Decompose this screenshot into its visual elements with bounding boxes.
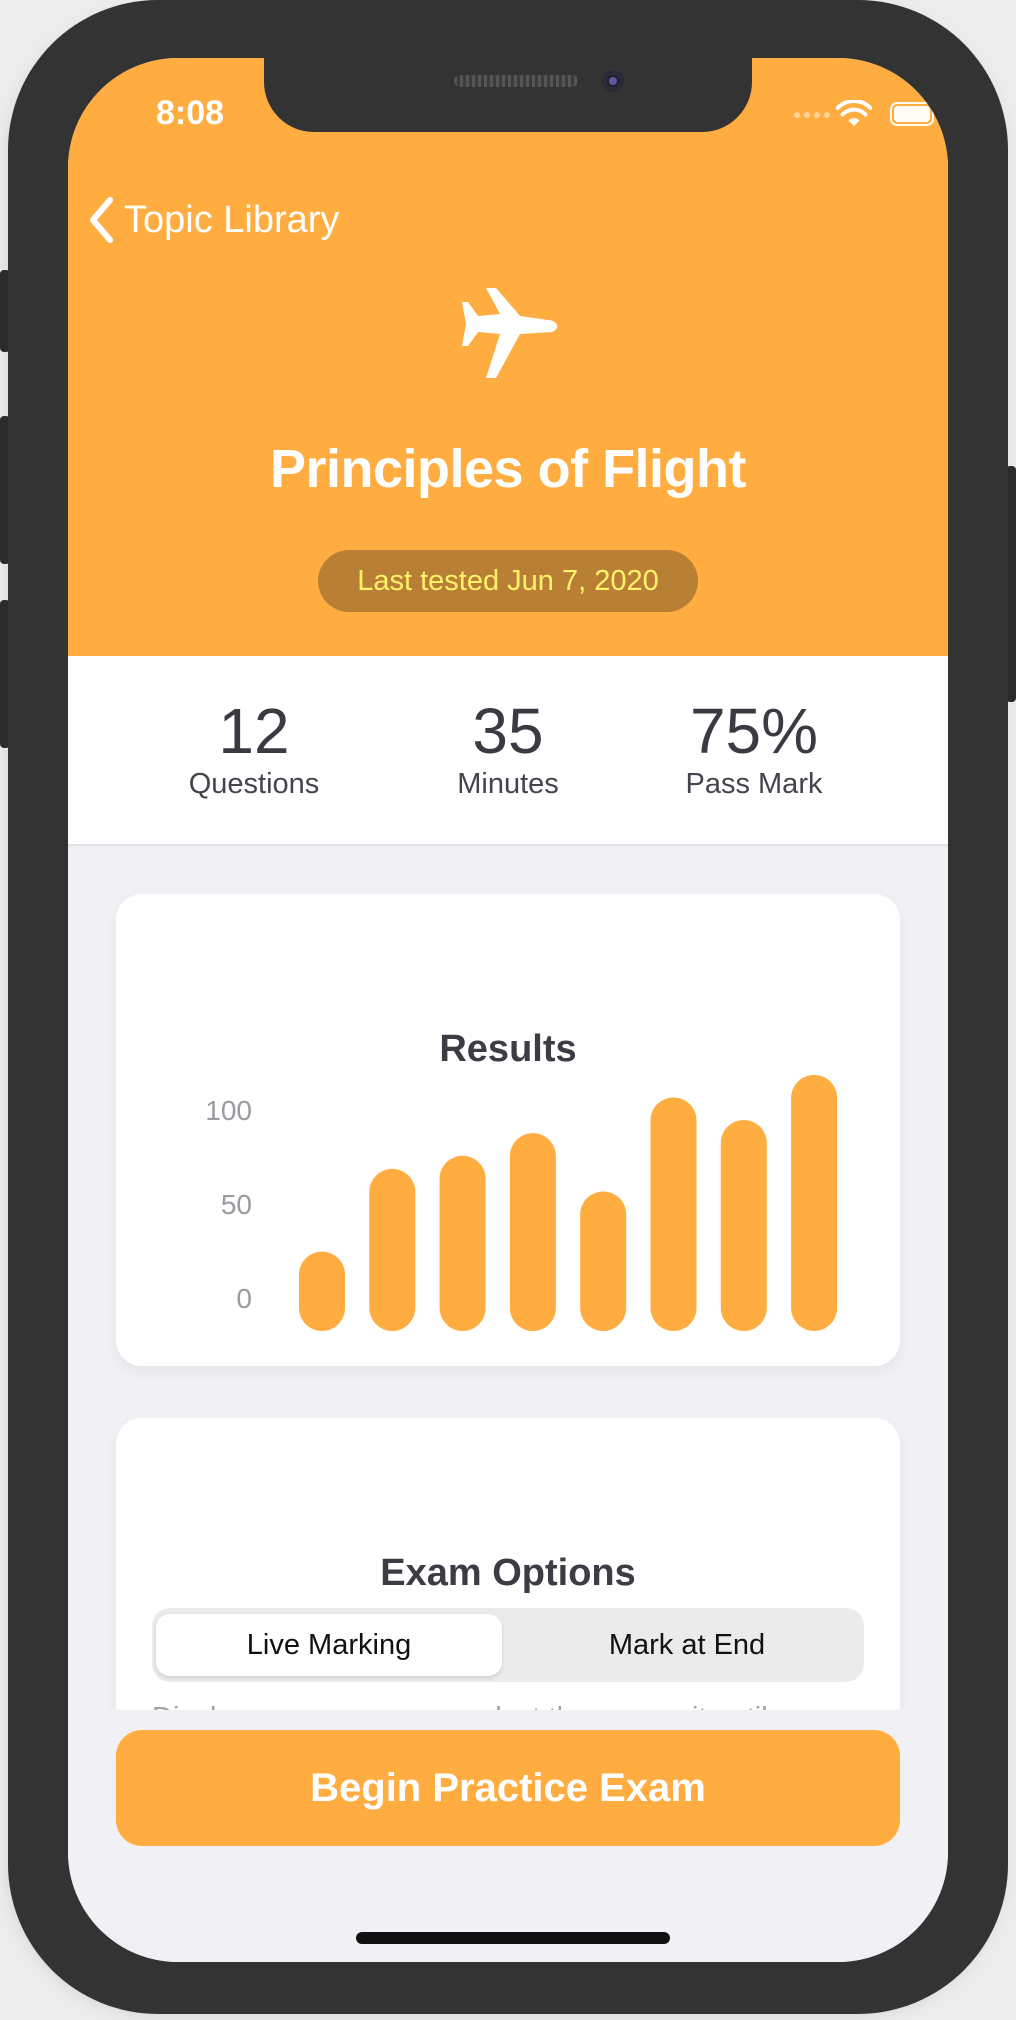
phone-frame: 8:08 Topic Library Principles of Flight … [8,0,1008,2014]
stat-pass-mark-label: Pass Mark [685,768,823,800]
airplane-icon [462,288,558,378]
chevron-left-icon [90,197,113,243]
stat-questions-label: Questions [188,768,320,800]
stat-questions: 12 Questions [124,696,384,801]
stat-questions-value: 12 [218,695,290,767]
exam-options-title: Exam Options [380,1552,636,1594]
back-button[interactable]: Topic Library [88,190,339,250]
y-tick-label-0: 0 [236,1283,252,1314]
stat-pass-mark: 75% Pass Mark [624,696,884,801]
stat-pass-mark-value: 75% [689,695,819,767]
result-bar-1 [299,1251,345,1331]
exam-stats: 12 Questions 35 Minutes 75% Pass Mark [68,656,948,846]
front-camera [602,70,624,92]
stat-minutes-value: 35 [472,695,544,767]
marking-mode-control: Live Marking Mark at End [152,1608,864,1682]
results-chart: 0 50 100 [205,1074,838,1331]
y-tick-label-1: 50 [221,1189,252,1220]
segment-mark-at-end[interactable]: Mark at End [514,1614,860,1676]
result-bar-7 [720,1120,767,1331]
battery-icon [890,102,939,126]
results-card: Results 0 50 100 [116,894,900,1366]
begin-practice-exam-button[interactable]: Begin Practice Exam [116,1730,900,1846]
result-bar-8 [791,1074,838,1331]
wifi-icon [836,100,872,126]
result-bar-3 [439,1155,486,1331]
home-indicator [356,1932,670,1944]
speaker-grille [454,75,578,87]
result-bar-6 [650,1097,697,1331]
device-notch [264,58,752,132]
result-bar-4 [509,1133,556,1331]
result-bar-2 [369,1168,416,1331]
result-bar-5 [580,1191,627,1331]
y-tick-label-2: 100 [205,1095,252,1126]
app-screen: 8:08 Topic Library Principles of Flight … [68,58,948,1962]
segment-live-marking[interactable]: Live Marking [156,1614,502,1676]
status-time: 8:08 [155,94,225,132]
last-tested-badge: Last tested Jun 7, 2020 [318,550,698,612]
cellular-signal-icon [794,112,830,118]
back-button-label: Topic Library [124,198,340,241]
stat-minutes-label: Minutes [457,768,559,800]
topic-header: 8:08 Topic Library Principles of Flight … [68,58,948,656]
topic-title: Principles of Flight [269,439,747,499]
stat-minutes: 35 Minutes [378,696,638,801]
